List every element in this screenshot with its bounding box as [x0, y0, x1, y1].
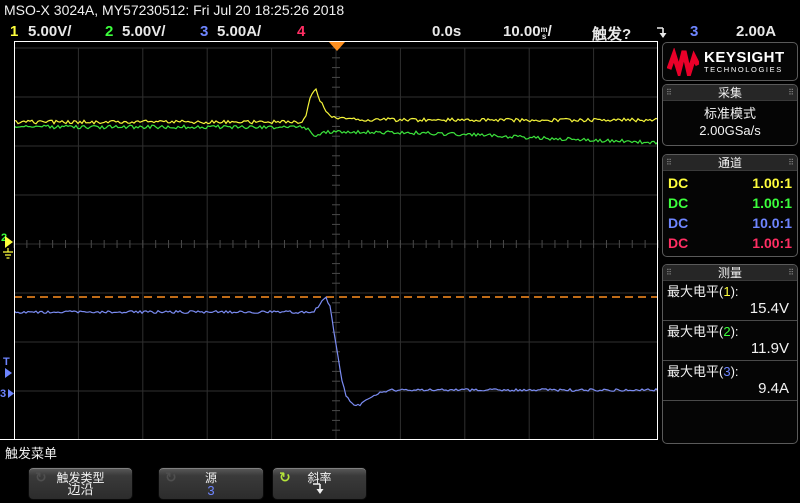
menu-title: 触发菜单 — [5, 443, 57, 462]
instrument-title: MSO-X 3024A, MY57230512: Fri Jul 20 18:2… — [4, 2, 344, 18]
ch2-scale[interactable]: 5.00V/ — [122, 23, 165, 40]
trigger-level[interactable]: 2.00A — [736, 23, 776, 40]
softkey-trigger-slope[interactable]: ↻ 斜率 — [272, 467, 367, 500]
measurement-item: 最大电平(2): 11.9V — [663, 321, 797, 361]
softkey-trigger-type[interactable]: ↻ 触发类型 边沿 — [28, 467, 133, 500]
trigger-slope-icon — [656, 25, 669, 39]
status-bar: 1 5.00V/ 2 5.00V/ 3 5.00A/ 4 0.0s 10.00m… — [0, 20, 800, 43]
channel-row-2: DC1.00:1 — [663, 193, 797, 213]
trigger-time-marker[interactable] — [329, 42, 345, 51]
grip-icon: ⠿ — [666, 159, 672, 167]
timebase-unit: ms — [541, 26, 548, 40]
brand-name: KEYSIGHT TECHNOLOGIES — [704, 50, 785, 74]
measurement-value: 11.9V — [667, 339, 793, 358]
channel-row-1: DC1.00:1 — [663, 173, 797, 193]
grip-icon: ⠿ — [788, 269, 794, 277]
ch1-scale[interactable]: 5.00V/ — [28, 23, 71, 40]
keysight-logo-icon — [667, 48, 699, 76]
timebase[interactable]: 10.00ms/ — [503, 23, 552, 40]
left-marker[interactable]: 3 — [0, 388, 6, 400]
falling-edge-icon — [273, 482, 366, 498]
time-position[interactable]: 0.0s — [432, 23, 461, 40]
channel-row-4: DC1.00:1 — [663, 233, 797, 253]
ch2-number[interactable]: 2 — [105, 23, 113, 40]
ch1-number[interactable]: 1 — [10, 23, 18, 40]
channel-reference-marker[interactable] — [5, 236, 13, 248]
waveform-display: 2T3 — [0, 41, 660, 441]
trigger-source[interactable]: 3 — [690, 23, 698, 40]
sidebar: KEYSIGHT TECHNOLOGIES ⠿ 采集 ⠿ 标准模式 2.00GS… — [662, 42, 798, 444]
grip-icon: ⠿ — [666, 269, 672, 277]
sample-rate: 2.00GSa/s — [665, 122, 795, 139]
channel-row-3: DC10.0:1 — [663, 213, 797, 233]
grip-icon: ⠿ — [788, 89, 794, 97]
softkey-trigger-source[interactable]: ↻ 源 3 — [158, 467, 264, 500]
brand-panel: KEYSIGHT TECHNOLOGIES — [662, 42, 798, 81]
measurements-panel: ⠿ 测量 ⠿ 最大电平(1): 15.4V 最大电平(2): 11.9V 最大电… — [662, 264, 798, 444]
ch3-number[interactable]: 3 — [200, 23, 208, 40]
channel-reference-marker[interactable] — [5, 368, 12, 378]
acq-mode: 标准模式 — [665, 105, 795, 122]
acquisition-panel-header[interactable]: ⠿ 采集 ⠿ — [663, 85, 797, 101]
title-bar: MSO-X 3024A, MY57230512: Fri Jul 20 18:2… — [0, 0, 800, 20]
acquisition-panel: ⠿ 采集 ⠿ 标准模式 2.00GSa/s — [662, 84, 798, 146]
channels-panel: ⠿ 通道 ⠿ DC1.00:1 DC1.00:1 DC10.0:1 DC1.00… — [662, 154, 798, 257]
measurement-value: 9.4A — [667, 379, 793, 398]
ch4-number[interactable]: 4 — [297, 23, 305, 40]
grip-icon: ⠿ — [666, 89, 672, 97]
grip-icon: ⠿ — [788, 159, 794, 167]
left-marker[interactable]: T — [3, 356, 10, 368]
measurement-item: 最大电平(1): 15.4V — [663, 281, 797, 321]
ch3-scale[interactable]: 5.00A/ — [217, 23, 261, 40]
channels-panel-header[interactable]: ⠿ 通道 ⠿ — [663, 155, 797, 171]
ground-symbol-icon — [3, 248, 13, 258]
measurements-panel-header[interactable]: ⠿ 测量 ⠿ — [663, 265, 797, 281]
measurement-value: 15.4V — [667, 299, 793, 318]
measurement-item: 最大电平(3): 9.4A — [663, 361, 797, 401]
channel-reference-marker[interactable] — [8, 389, 14, 398]
